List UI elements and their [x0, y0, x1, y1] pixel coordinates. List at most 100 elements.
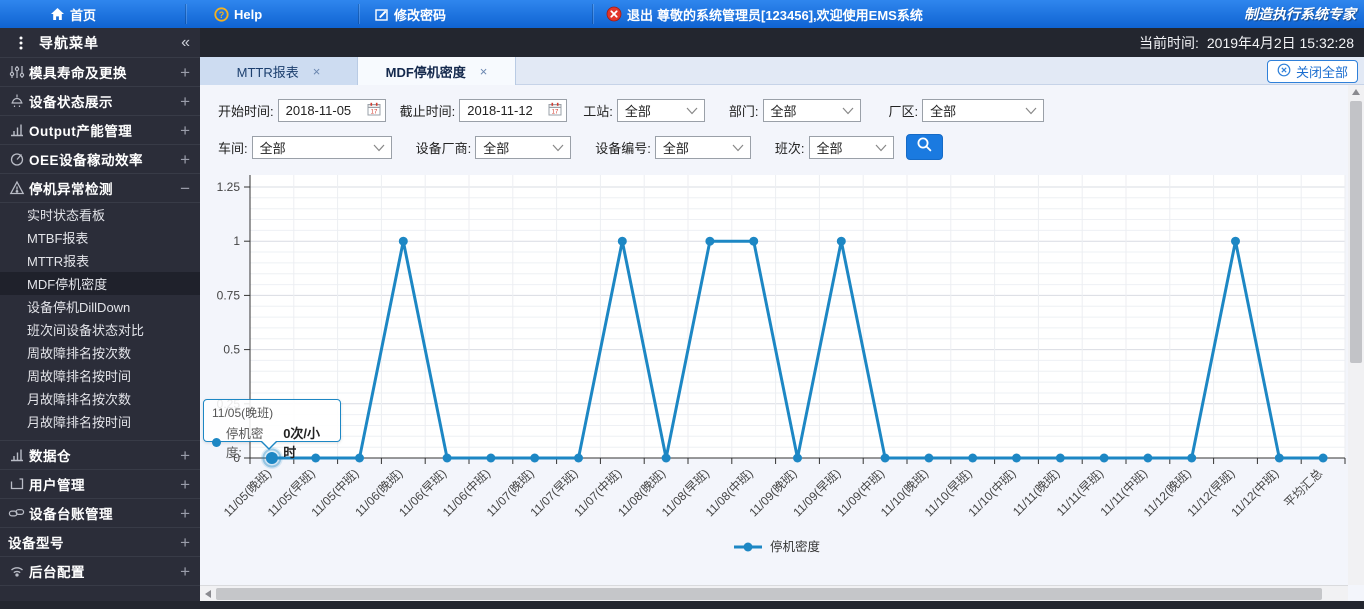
- data-point[interactable]: [749, 236, 759, 246]
- sidebar-subitem-drilldown[interactable]: 设备停机DillDown: [0, 295, 200, 318]
- data-point[interactable]: [530, 453, 540, 463]
- scroll-left-arrow-icon[interactable]: [205, 590, 211, 598]
- sidebar-item-backend-config[interactable]: 后台配置 +: [0, 556, 200, 585]
- sidebar-subitem-month-fault-count[interactable]: 月故障排名按次数: [0, 387, 200, 410]
- legend-item[interactable]: 停机密度: [734, 539, 821, 554]
- sidebar-subitem-shift-compare[interactable]: 班次间设备状态对比: [0, 318, 200, 341]
- warning-triangle-icon: [8, 180, 25, 196]
- data-point[interactable]: [1187, 453, 1197, 463]
- equipment-vendor-select[interactable]: 全部: [475, 135, 572, 159]
- edit-password-icon: [374, 7, 389, 22]
- y-tick-label: 0.75: [217, 288, 241, 302]
- factory-area-select[interactable]: 全部: [922, 99, 1045, 122]
- close-tab-icon[interactable]: ×: [313, 64, 321, 79]
- close-all-icon: [1277, 63, 1291, 80]
- sidebar-item-data-warehouse[interactable]: 数据仓 +: [0, 440, 200, 469]
- expand-icon[interactable]: +: [180, 447, 190, 464]
- sidebar-subitem-month-fault-time[interactable]: 月故障排名按时间: [0, 410, 200, 433]
- data-point[interactable]: [442, 453, 452, 463]
- expand-icon[interactable]: +: [180, 505, 190, 522]
- tooltip-series-label: 停机密度:: [225, 427, 264, 460]
- shift-select[interactable]: 全部: [808, 135, 894, 159]
- logout-icon: [606, 6, 622, 22]
- expand-icon[interactable]: +: [180, 563, 190, 580]
- sidebar-item-output-capacity[interactable]: Output产能管理 +: [0, 115, 200, 144]
- data-point[interactable]: [705, 236, 715, 246]
- y-tick-label: 1.25: [217, 180, 241, 194]
- sidebar-subitem-mtbf-report[interactable]: MTBF报表: [0, 226, 200, 249]
- department-select[interactable]: 全部: [762, 99, 861, 122]
- gauge-icon: [8, 151, 25, 167]
- scroll-up-arrow-icon[interactable]: [1352, 89, 1360, 95]
- sidebar-item-mold-life[interactable]: 模具寿命及更换 +: [0, 57, 200, 86]
- expand-icon[interactable]: +: [180, 476, 190, 493]
- collapse-sidebar-icon[interactable]: «: [181, 34, 190, 52]
- collapse-group-icon[interactable]: −: [180, 180, 190, 197]
- help-button[interactable]: ? Help: [214, 0, 262, 28]
- sidebar-item-equipment-status[interactable]: 设备状态展示 +: [0, 86, 200, 115]
- data-point[interactable]: [574, 453, 583, 463]
- expand-icon[interactable]: +: [180, 122, 190, 139]
- sidebar-item-oee-efficiency[interactable]: OEE设备稼动效率 +: [0, 144, 200, 173]
- data-point[interactable]: [1099, 453, 1109, 463]
- expand-icon[interactable]: +: [180, 534, 190, 551]
- data-point[interactable]: [486, 453, 496, 463]
- data-point[interactable]: [617, 236, 627, 246]
- vertical-scrollbar[interactable]: [1348, 85, 1364, 585]
- data-point[interactable]: [836, 236, 846, 246]
- monitor-icon: [8, 476, 25, 492]
- lamp-icon: [8, 93, 25, 109]
- sidebar-item-equipment-ledger[interactable]: 设备台账管理 +: [0, 498, 200, 527]
- chevron-down-icon: [842, 103, 854, 118]
- close-tab-icon[interactable]: ×: [480, 64, 488, 79]
- logout-button[interactable]: 退出: [606, 0, 653, 28]
- data-point[interactable]: [1318, 453, 1328, 463]
- change-password-button[interactable]: 修改密码: [374, 0, 446, 28]
- data-point[interactable]: [398, 236, 408, 246]
- data-point[interactable]: [1012, 453, 1021, 463]
- calendar-icon[interactable]: 17: [548, 102, 562, 119]
- sidebar-item-downtime-detection[interactable]: 停机异常检测 −: [0, 173, 200, 202]
- horizontal-scroll-thumb[interactable]: [216, 588, 1322, 600]
- tab-mttr-report[interactable]: MTTR报表 ×: [200, 57, 358, 85]
- expand-icon[interactable]: +: [180, 93, 190, 110]
- close-all-tabs-button[interactable]: 关闭全部: [1266, 60, 1358, 83]
- sidebar-subitem-mdf-density[interactable]: MDF停机密度: [0, 272, 200, 295]
- brand-slogan: 制造执行系统专家: [1244, 6, 1356, 22]
- sidebar-subitem-week-fault-count[interactable]: 周故障排名按次数: [0, 341, 200, 364]
- sidebar-item-user-management[interactable]: 用户管理 +: [0, 469, 200, 498]
- data-point[interactable]: [880, 453, 890, 463]
- help-icon: ?: [214, 6, 229, 22]
- horizontal-scrollbar[interactable]: [200, 585, 1348, 601]
- top-menubar: 首页 ? Help 修改密码 退出 尊敬的系统管理员[123456],欢迎使用E…: [0, 0, 1364, 28]
- data-point[interactable]: [1274, 453, 1284, 463]
- data-point[interactable]: [355, 453, 364, 463]
- data-point[interactable]: [1055, 453, 1065, 463]
- data-point[interactable]: [661, 453, 671, 463]
- equipment-id-select[interactable]: 全部: [654, 135, 751, 159]
- sidebar-subitem-realtime-board[interactable]: 实时状态看板: [0, 203, 200, 226]
- data-point[interactable]: [924, 453, 934, 463]
- vertical-scroll-thumb[interactable]: [1350, 101, 1362, 363]
- search-button[interactable]: [905, 134, 943, 160]
- start-date-input[interactable]: 2018-11-05 17: [277, 99, 386, 122]
- logout-label: 退出: [627, 7, 654, 23]
- report-content: 开始时间: 2018-11-05 17 截止时间: 2018-11-12 17 …: [200, 85, 1348, 585]
- expand-icon[interactable]: +: [180, 64, 190, 81]
- data-point[interactable]: [1143, 453, 1153, 463]
- downtime-density-chart: 00.250.50.7511.2511/05(晚班)11/05(早班)11/05…: [217, 175, 1346, 554]
- sidebar-item-equipment-model[interactable]: 设备型号 +: [0, 527, 200, 556]
- data-point[interactable]: [968, 453, 978, 463]
- expand-icon[interactable]: +: [180, 151, 190, 168]
- data-point[interactable]: [793, 453, 802, 463]
- workshop-select[interactable]: 全部: [251, 135, 392, 159]
- end-date-input[interactable]: 2018-11-12 17: [459, 99, 568, 122]
- sidebar-subitem-week-fault-time[interactable]: 周故障排名按时间: [0, 364, 200, 387]
- home-button[interactable]: 首页: [50, 0, 96, 28]
- calendar-icon[interactable]: 17: [367, 102, 381, 119]
- workstation-select[interactable]: 全部: [616, 99, 705, 122]
- data-point[interactable]: [1231, 236, 1240, 246]
- tab-mdf-density[interactable]: MDF停机密度 ×: [358, 57, 516, 85]
- svg-text:?: ?: [219, 9, 225, 19]
- sidebar-subitem-mttr-report[interactable]: MTTR报表: [0, 249, 200, 272]
